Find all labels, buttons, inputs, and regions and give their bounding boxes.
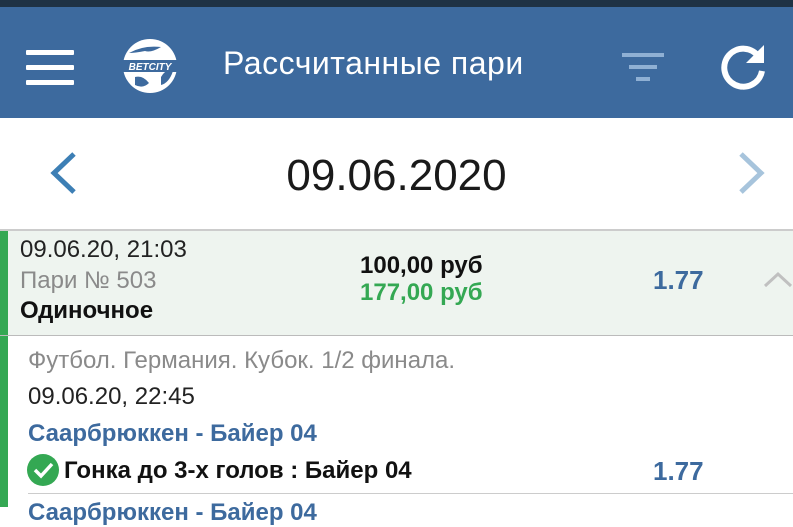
pick-odds: 1.77: [653, 456, 704, 486]
bet-stake: 100,00 руб: [360, 252, 483, 279]
app-bar: BETCITY Рассчитанные пари: [0, 7, 793, 118]
event-teams-link[interactable]: Саарбрюккен - Байер 04: [28, 420, 317, 448]
chevron-up-icon[interactable]: [761, 269, 793, 289]
event-datetime: 09.06.20, 22:45: [28, 383, 195, 410]
bet-summary-card[interactable]: 09.06.20, 21:03 Пари № 503 Одиночное 100…: [0, 231, 793, 335]
selected-date: 09.06.2020: [286, 151, 507, 200]
bet-datetime: 09.06.20, 21:03: [20, 236, 187, 263]
bet-payout: 177,00 руб: [360, 279, 483, 306]
check-circle-icon: [27, 454, 59, 486]
betcity-logo: BETCITY: [123, 39, 177, 93]
logo-text: BETCITY: [129, 62, 173, 73]
refresh-icon[interactable]: [716, 41, 770, 95]
event-pick: Гонка до 3-х голов : Байер 04: [64, 457, 412, 484]
bet-type: Одиночное: [20, 297, 154, 324]
bet-odds: 1.77: [653, 265, 704, 295]
status-bar: [0, 0, 793, 7]
chevron-right-icon[interactable]: [733, 150, 769, 196]
event-league: Футбол. Германия. Кубок. 1/2 финала.: [28, 347, 456, 374]
bet-number: Пари № 503: [20, 267, 157, 294]
menu-icon[interactable]: [26, 50, 74, 86]
divider: [28, 493, 793, 494]
filter-icon[interactable]: [620, 49, 666, 85]
bet-event-details: Футбол. Германия. Кубок. 1/2 финала. 09.…: [0, 336, 793, 526]
next-event-teams-link[interactable]: Саарбрюккен - Байер 04: [28, 499, 317, 527]
page-title: Рассчитанные пари: [223, 45, 524, 81]
